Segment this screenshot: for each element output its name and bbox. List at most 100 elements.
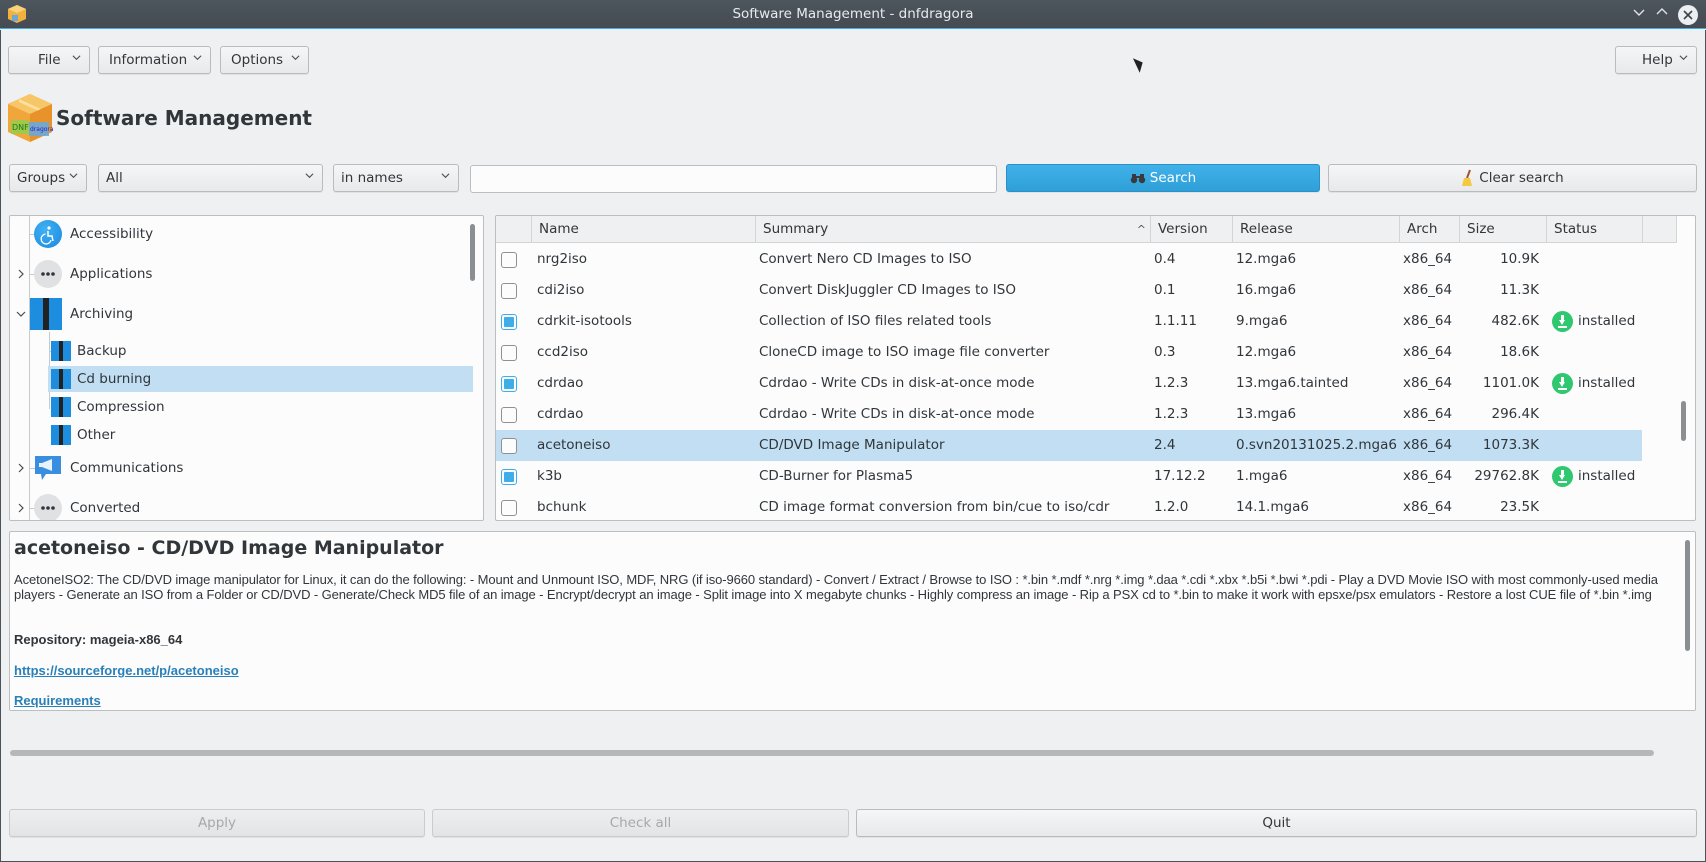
tree-item-label: Backup xyxy=(77,343,127,359)
chevron-right-icon[interactable] xyxy=(16,269,26,279)
check-all-button[interactable]: Check all xyxy=(432,809,849,837)
group-tree[interactable]: Accessibility Applications Archiving Bac… xyxy=(9,215,484,521)
clear-search-button[interactable]: Clear search xyxy=(1328,164,1697,192)
sort-ascending-icon: ^ xyxy=(1136,223,1146,236)
tree-item-converted[interactable]: Converted xyxy=(10,491,470,520)
cell-version: 1.2.0 xyxy=(1154,499,1189,515)
installed-icon xyxy=(1552,311,1573,332)
search-input[interactable] xyxy=(470,165,997,193)
table-row[interactable]: nrg2iso Convert Nero CD Images to ISO 0.4 1… xyxy=(496,244,1676,275)
column-header-name[interactable]: Name xyxy=(531,216,755,243)
close-button[interactable] xyxy=(1678,5,1698,25)
cell-release: 14.1.mga6 xyxy=(1236,499,1309,515)
cell-size: 1073.3K xyxy=(1482,437,1539,453)
table-row[interactable]: ccd2iso CloneCD image to ISO image file c… xyxy=(496,337,1676,368)
progress-bar xyxy=(10,750,1654,756)
quit-button[interactable]: Quit xyxy=(856,809,1697,837)
apply-button[interactable]: Apply xyxy=(9,809,425,837)
search-field-select[interactable]: in names xyxy=(333,164,459,192)
package-checkbox[interactable] xyxy=(501,314,517,330)
table-row[interactable]: acetoneiso CD/DVD Image Manipulator 2.4 0.s… xyxy=(496,430,1642,461)
package-url-link[interactable]: https://sourceforge.net/p/acetoneiso xyxy=(14,663,239,678)
cell-size: 296.4K xyxy=(1491,406,1539,422)
cell-version: 1.1.11 xyxy=(1154,313,1197,329)
status-label: installed xyxy=(1578,375,1636,391)
table-row[interactable]: k3b CD-Burner for Plasma5 17.12.2 1.mga6 x86… xyxy=(496,461,1676,492)
table-row[interactable]: bchunk CD image format conversion from bi… xyxy=(496,492,1676,520)
cell-size: 18.6K xyxy=(1500,344,1539,360)
package-checkbox[interactable] xyxy=(501,345,517,361)
chevron-down-icon xyxy=(291,55,300,61)
package-checkbox[interactable] xyxy=(501,407,517,423)
cell-size: 29762.8K xyxy=(1474,468,1539,484)
maximize-button[interactable] xyxy=(1652,5,1672,25)
chevron-down-icon xyxy=(441,173,450,179)
info-scrollbar[interactable] xyxy=(1685,540,1690,651)
options-menu-button[interactable]: Options xyxy=(220,46,309,74)
search-button[interactable]: Search xyxy=(1006,164,1320,192)
cell-version: 0.1 xyxy=(1154,282,1176,298)
package-filter-select[interactable]: All xyxy=(98,164,323,192)
file-menu-button[interactable]: File xyxy=(8,46,90,74)
installed-icon xyxy=(1552,373,1573,394)
tree-item-communications[interactable]: Communications xyxy=(10,451,470,485)
tree-item-accessibility[interactable]: Accessibility xyxy=(10,217,470,251)
tree-item-compression[interactable]: Compression xyxy=(48,394,473,420)
chevron-right-icon[interactable] xyxy=(16,503,26,513)
table-row[interactable]: cdrdao Cdrdao - Write CDs in disk-at-once… xyxy=(496,368,1676,399)
chevron-down-icon xyxy=(69,173,78,179)
table-row[interactable]: cdrkit-isotools Collection of ISO files r… xyxy=(496,306,1676,337)
cell-arch: x86_64 xyxy=(1403,251,1453,267)
cell-release: 13.mga6.tainted xyxy=(1236,375,1349,391)
column-header-check[interactable] xyxy=(496,216,532,243)
package-checkbox[interactable] xyxy=(501,438,517,454)
svg-text:dragora: dragora xyxy=(30,126,54,133)
chevron-down-icon xyxy=(1679,55,1688,61)
cell-version: 1.2.3 xyxy=(1154,375,1189,391)
information-menu-button[interactable]: Information xyxy=(98,46,211,74)
view-mode-select[interactable]: Groups xyxy=(9,164,87,192)
package-checkbox[interactable] xyxy=(501,376,517,392)
archive-icon xyxy=(51,425,71,445)
column-header-status[interactable]: Status xyxy=(1546,216,1642,243)
package-checkbox[interactable] xyxy=(501,469,517,485)
cell-summary: Cdrdao - Write CDs in disk-at-once mode xyxy=(759,375,1035,391)
cell-release: 16.mga6 xyxy=(1236,282,1297,298)
cell-summary: CD image format conversion from bin/cue … xyxy=(759,499,1110,515)
mouse-cursor xyxy=(1132,55,1147,73)
column-header-release[interactable]: Release xyxy=(1232,216,1399,243)
packages-table[interactable]: Name Summary ^ Version Release Arch Size… xyxy=(495,215,1696,521)
cell-arch: x86_64 xyxy=(1403,344,1453,360)
column-header-size[interactable]: Size xyxy=(1459,216,1546,243)
package-repository: Repository: mageia-x86_64 xyxy=(14,632,183,647)
table-row[interactable]: cdrdao Cdrdao - Write CDs in disk-at-once… xyxy=(496,399,1676,430)
tree-scrollbar[interactable] xyxy=(470,224,475,281)
tree-item-applications[interactable]: Applications xyxy=(10,257,470,291)
table-row[interactable]: cdi2iso Convert DiskJuggler CD Images to … xyxy=(496,275,1676,306)
table-scrollbar[interactable] xyxy=(1681,401,1686,441)
cell-release: 13.mga6 xyxy=(1236,406,1297,422)
column-header-arch[interactable]: Arch xyxy=(1399,216,1459,243)
chevron-down-icon[interactable] xyxy=(16,309,26,319)
chevron-right-icon[interactable] xyxy=(16,463,26,473)
clear-search-label: Clear search xyxy=(1479,170,1564,186)
package-checkbox[interactable] xyxy=(501,252,517,268)
tree-item-archiving[interactable]: Archiving xyxy=(10,297,470,331)
column-header-version[interactable]: Version xyxy=(1150,216,1232,243)
close-icon xyxy=(1683,10,1693,20)
tree-item-other[interactable]: Other xyxy=(48,422,473,448)
tree-item-cd-burning[interactable]: Cd burning xyxy=(48,366,473,392)
requirements-link[interactable]: Requirements xyxy=(14,693,101,708)
minimize-button[interactable] xyxy=(1629,5,1649,25)
information-menu-label: Information xyxy=(109,52,188,68)
package-checkbox[interactable] xyxy=(501,500,517,516)
cell-name: cdrdao xyxy=(537,375,584,391)
chevron-up-icon xyxy=(1656,8,1668,15)
tree-item-label: Communications xyxy=(70,460,184,476)
help-menu-button[interactable]: Help xyxy=(1615,46,1697,74)
package-checkbox[interactable] xyxy=(501,283,517,299)
cell-summary: Collection of ISO files related tools xyxy=(759,313,992,329)
column-header-summary[interactable]: Summary ^ xyxy=(755,216,1150,243)
chevron-down-icon xyxy=(193,55,202,61)
tree-item-backup[interactable]: Backup xyxy=(48,338,473,364)
